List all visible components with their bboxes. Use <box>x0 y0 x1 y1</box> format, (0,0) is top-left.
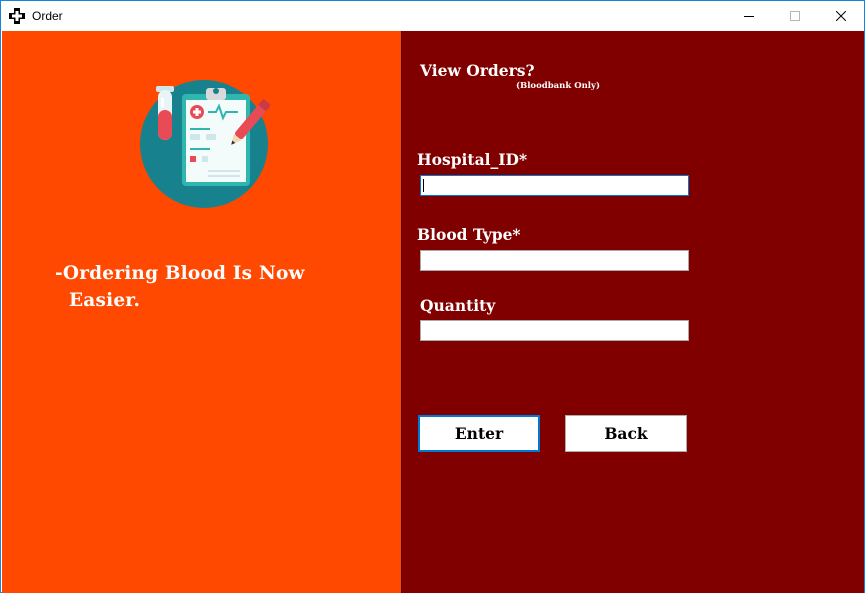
close-button[interactable] <box>818 1 864 31</box>
order-form-panel: View Orders? (Bloodbank Only) Hospital_I… <box>401 31 864 593</box>
title-bar[interactable]: Order <box>1 1 864 31</box>
window-title: Order <box>32 9 63 23</box>
tagline-line-2: Easier. <box>69 290 141 311</box>
blood-type-input[interactable] <box>420 250 689 271</box>
blood-type-label: Blood Type* <box>417 225 521 244</box>
text-caret <box>423 179 424 192</box>
back-button[interactable]: Back <box>565 415 687 452</box>
maximize-button[interactable] <box>772 1 818 31</box>
maximize-icon <box>790 11 800 21</box>
minimize-icon <box>744 15 754 17</box>
quantity-input[interactable] <box>420 320 689 341</box>
clipboard-test-tube-icon <box>140 80 270 208</box>
hospital-id-input[interactable] <box>420 175 689 196</box>
close-icon <box>836 11 846 21</box>
quantity-label: Quantity <box>420 296 496 315</box>
hospital-id-label: Hospital_ID* <box>417 150 528 169</box>
tagline: -Ordering Blood Is Now Easier. <box>55 260 385 314</box>
order-window: Order -Ordering Blood Is Now Easier. Vie… <box>0 0 865 593</box>
minimize-button[interactable] <box>726 1 772 31</box>
view-orders-link[interactable]: View Orders? <box>420 61 535 80</box>
left-panel: -Ordering Blood Is Now Easier. <box>2 31 401 593</box>
bloodbank-only-note: (Bloodbank Only) <box>516 81 600 91</box>
enter-button[interactable]: Enter <box>418 415 540 452</box>
medical-cross-icon <box>9 8 25 24</box>
tagline-line-1: -Ordering Blood Is Now <box>55 263 305 284</box>
